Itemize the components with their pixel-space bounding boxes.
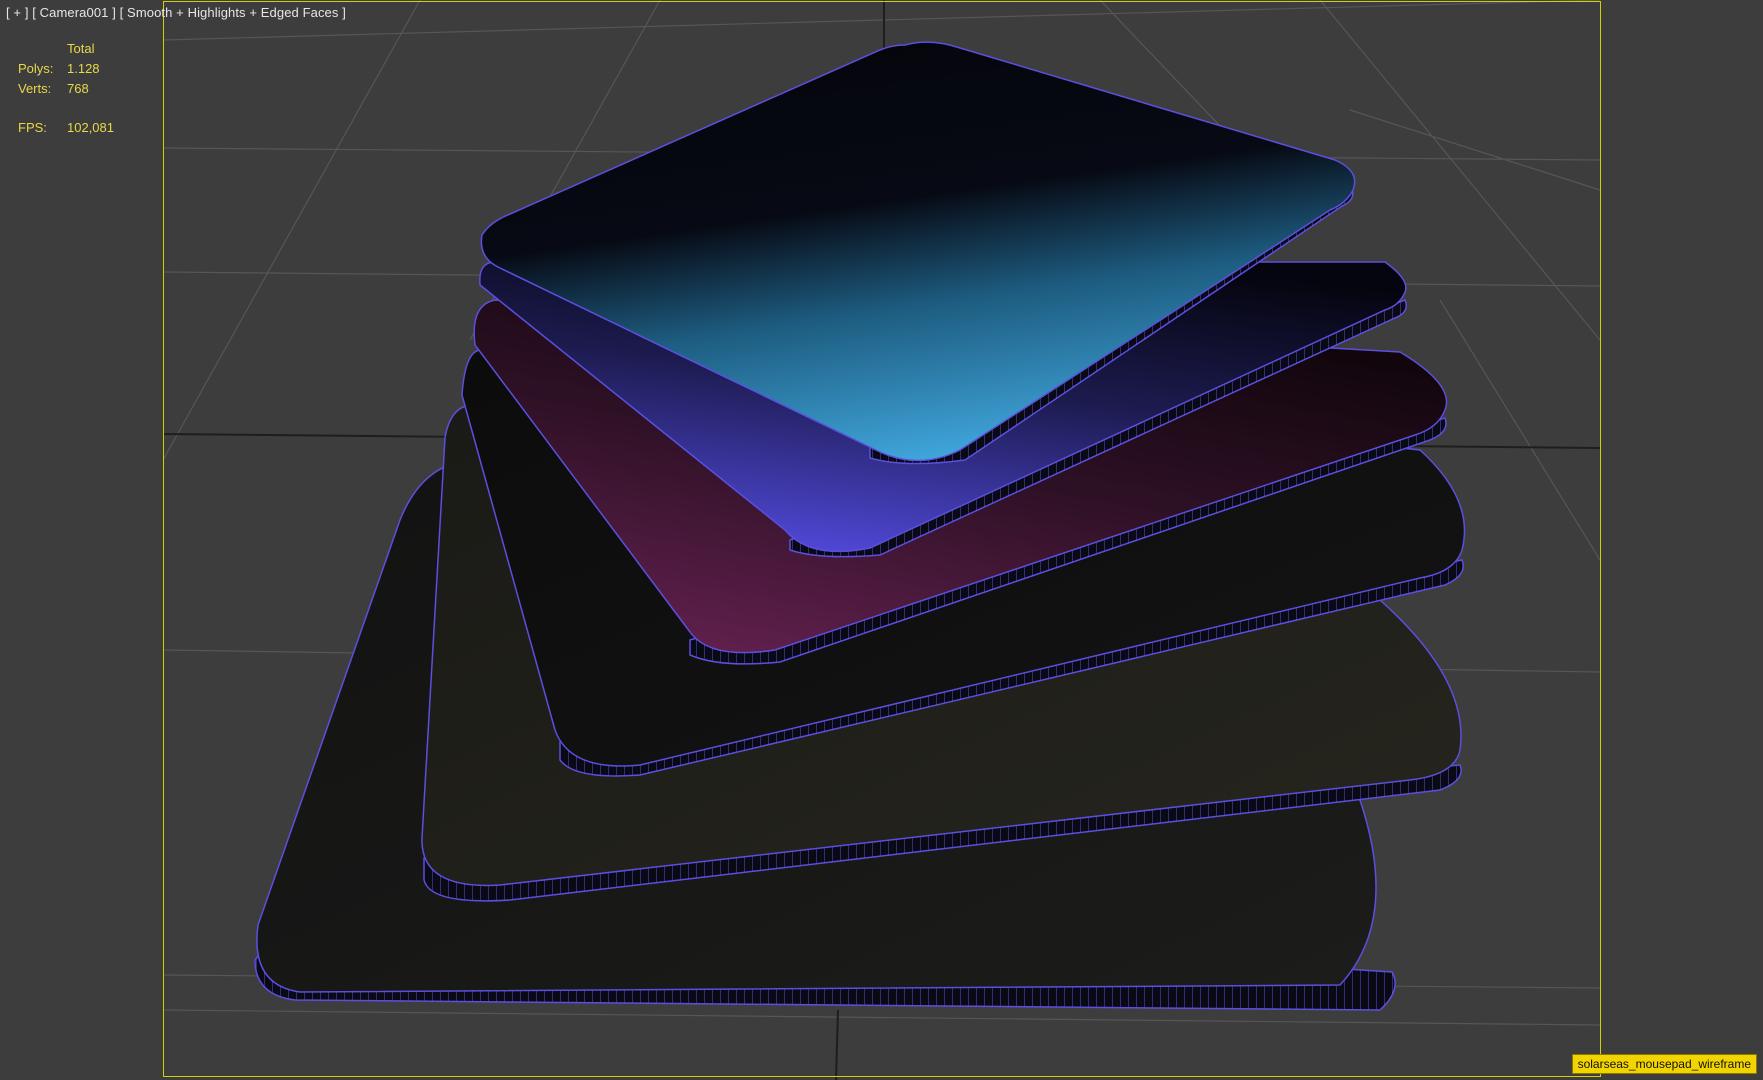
stats-panel: Total Polys: 1.128 Verts: 768 FPS: 102,0… [0,0,160,140]
fps-value: 102,081 [67,120,114,135]
viewport[interactable]: [ + ] [ Camera001 ] [ Smooth + Highlight… [0,0,1763,1080]
stats-header: Total [67,41,95,56]
verts-label: Verts: [18,81,52,96]
file-name-tag: solarseas_mousepad_wireframe [1571,1054,1757,1074]
scene-render[interactable] [0,0,1763,1080]
polys-value: 1.128 [67,61,100,76]
verts-value: 768 [67,81,89,96]
fps-label: FPS: [18,120,47,135]
polys-label: Polys: [18,61,54,76]
